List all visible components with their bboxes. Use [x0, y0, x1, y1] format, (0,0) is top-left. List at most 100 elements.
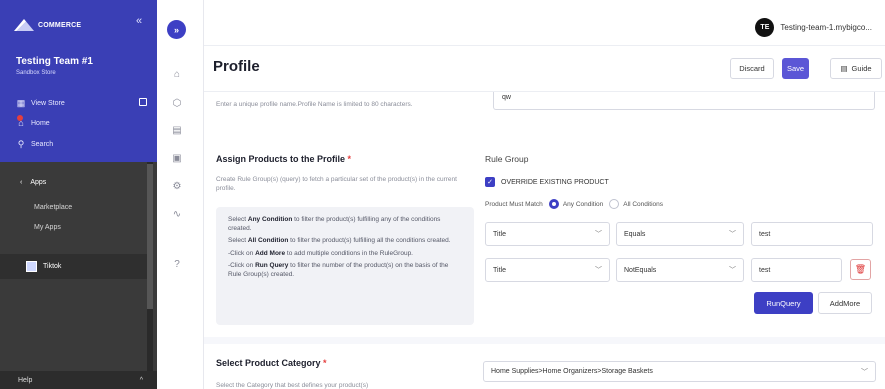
match-mode: Product Must Match Any Condition All Con…	[485, 199, 663, 209]
calendar-icon[interactable]: ▣	[171, 152, 183, 164]
help-label: Help	[18, 376, 33, 384]
rule-1-operator-select[interactable]: Equals ﹀	[616, 222, 744, 246]
rule-2-field-value: Title	[493, 266, 506, 274]
home-label: Home	[31, 119, 50, 127]
chevron-down-icon: ﹀	[861, 368, 868, 376]
sidebar-header: COMMERCE « Testing Team #1 Sandbox Store…	[0, 0, 157, 162]
help-footer[interactable]: Help ^	[0, 371, 157, 389]
profile-name-help: Enter a unique profile name.Profile Name…	[216, 101, 413, 108]
sidebar-item-tiktok[interactable]: Tiktok	[0, 254, 147, 279]
document-icon: ▤	[840, 64, 848, 73]
home-outline-icon[interactable]: ⌂	[171, 68, 183, 80]
team-name[interactable]: Testing Team #1	[16, 56, 93, 67]
sidebar-item-search[interactable]: ⚲ Search	[16, 139, 53, 150]
notification-dot	[17, 115, 23, 121]
radio-unselected-icon	[609, 199, 620, 209]
guide-label: Guide	[851, 64, 872, 73]
rule-1-field-select[interactable]: Title ﹀	[485, 222, 610, 246]
assign-products-title: Assign Products to the Profile *	[216, 154, 351, 164]
help-circle-icon[interactable]: ?	[171, 258, 183, 270]
main-sidebar: COMMERCE « Testing Team #1 Sandbox Store…	[0, 0, 157, 389]
radio-selected-icon	[548, 199, 559, 209]
search-icon: ⚲	[17, 139, 25, 149]
tiktok-label: Tiktok	[43, 263, 62, 270]
rule-2-value-text: test	[759, 266, 771, 274]
logo-mark-icon	[14, 19, 34, 31]
chevron-down-icon: ﹀	[595, 267, 602, 274]
back-chevron-icon: ‹	[20, 179, 23, 186]
avatar: TE	[755, 18, 775, 37]
all-conditions-label: All Conditions	[623, 200, 664, 208]
chevron-down-icon: ﹀	[595, 231, 602, 238]
sidebar-apps-panel: ‹ Apps Marketplace My Apps Tiktok	[0, 162, 157, 371]
rule-1-field-value: Title	[493, 230, 506, 238]
apps-label: Apps	[30, 179, 47, 186]
settings-icon[interactable]: ⚙	[171, 180, 183, 192]
bigcommerce-logo[interactable]: COMMERCE	[14, 19, 81, 31]
required-mark: *	[323, 358, 327, 368]
rule-group-title: Rule Group	[485, 154, 529, 164]
any-condition-label: Any Condition	[562, 200, 604, 208]
page-title: Profile	[213, 58, 260, 75]
profile-form: Enter a unique profile name.Profile Name…	[204, 92, 885, 389]
override-label: OVERRIDE EXISTING PRODUCT	[501, 178, 609, 186]
all-conditions-radio[interactable]: All Conditions	[609, 199, 663, 209]
assign-products-desc: Create Rule Group(s) (query) to fetch a …	[216, 176, 457, 192]
override-checkbox[interactable]: ✓ OVERRIDE EXISTING PRODUCT	[485, 177, 609, 187]
store-type: Sandbox Store	[16, 70, 56, 76]
sidebar-scrollbar[interactable]	[147, 162, 153, 371]
rule-1-value-text: test	[759, 230, 771, 238]
instruction-add-more: -Click on Add More to add multiple condi…	[228, 249, 413, 257]
account-menu[interactable]: TE Testing-team-1.mybigco...	[755, 18, 872, 37]
sidebar-item-marketplace[interactable]: Marketplace	[34, 204, 72, 211]
account-label: Testing-team-1.mybigco...	[780, 23, 872, 32]
store-icon: ▦	[16, 98, 26, 108]
match-label: Product Must Match	[485, 200, 543, 208]
rule-2-operator-select[interactable]: NotEquals ﹀	[616, 258, 744, 282]
section-divider	[204, 337, 885, 344]
chevron-up-icon: ^	[139, 376, 143, 384]
instruction-run-query: -Click on Run Query to filter the number…	[228, 262, 449, 278]
add-more-button[interactable]: AddMore	[818, 292, 872, 314]
any-condition-radio[interactable]: Any Condition	[548, 199, 604, 209]
discard-button[interactable]: Discard	[730, 58, 774, 79]
rule-1-value-input[interactable]: test	[751, 222, 873, 246]
run-query-button[interactable]: RunQuery	[754, 292, 813, 314]
icon-rail: » ⌂ ⬡ ▤ ▣ ⚙ ∿ ?	[157, 0, 204, 389]
instructions-box: Select Any Condition to filter the produ…	[216, 207, 474, 325]
sidebar-item-my-apps[interactable]: My Apps	[34, 224, 61, 231]
instruction-any: Select Any Condition to filter the produ…	[228, 216, 441, 232]
chevron-down-icon: ﹀	[729, 267, 736, 274]
logo-text: COMMERCE	[38, 21, 82, 29]
profile-name-input[interactable]: qw	[493, 92, 875, 110]
trash-icon: 🗑	[854, 264, 867, 274]
activity-icon[interactable]: ∿	[171, 208, 183, 220]
apps-back-link[interactable]: ‹ Apps	[20, 179, 46, 186]
checkmark-icon: ✓	[485, 177, 495, 187]
expand-rail-button[interactable]: »	[167, 20, 186, 39]
tiktok-app-icon	[26, 261, 37, 272]
scrollbar-thumb[interactable]	[147, 164, 153, 309]
external-link-icon[interactable]	[139, 98, 147, 106]
category-select[interactable]: Home Supplies>Home Organizers>Storage Ba…	[483, 361, 876, 382]
assign-products-label: Assign Products to the Profile	[216, 154, 346, 164]
chevron-down-icon: ﹀	[729, 231, 736, 238]
required-mark: *	[347, 154, 352, 164]
rule-2-field-select[interactable]: Title ﹀	[485, 258, 610, 282]
rule-1-operator-value: Equals	[624, 230, 646, 238]
guide-button[interactable]: ▤ Guide	[830, 58, 882, 79]
profile-header: Profile Discard Save ▤ Guide	[204, 46, 885, 92]
delete-rule-button[interactable]: 🗑	[850, 259, 871, 280]
sidebar-item-view-store[interactable]: ▦ View Store	[16, 98, 65, 109]
view-store-label: View Store	[31, 100, 65, 107]
top-header: TE Testing-team-1.mybigco...	[204, 0, 885, 46]
search-label: Search	[31, 141, 54, 148]
collapse-sidebar-button[interactable]: «	[136, 15, 142, 27]
rule-2-value-input[interactable]: test	[751, 258, 842, 282]
document-icon[interactable]: ▤	[171, 124, 183, 136]
category-desc: Select the Category that best defines yo…	[216, 382, 369, 389]
save-button[interactable]: Save	[782, 58, 809, 79]
instruction-all: Select All Condition to filter the produ…	[228, 237, 451, 244]
category-label: Select Product Category	[216, 358, 321, 368]
package-icon[interactable]: ⬡	[171, 97, 183, 109]
